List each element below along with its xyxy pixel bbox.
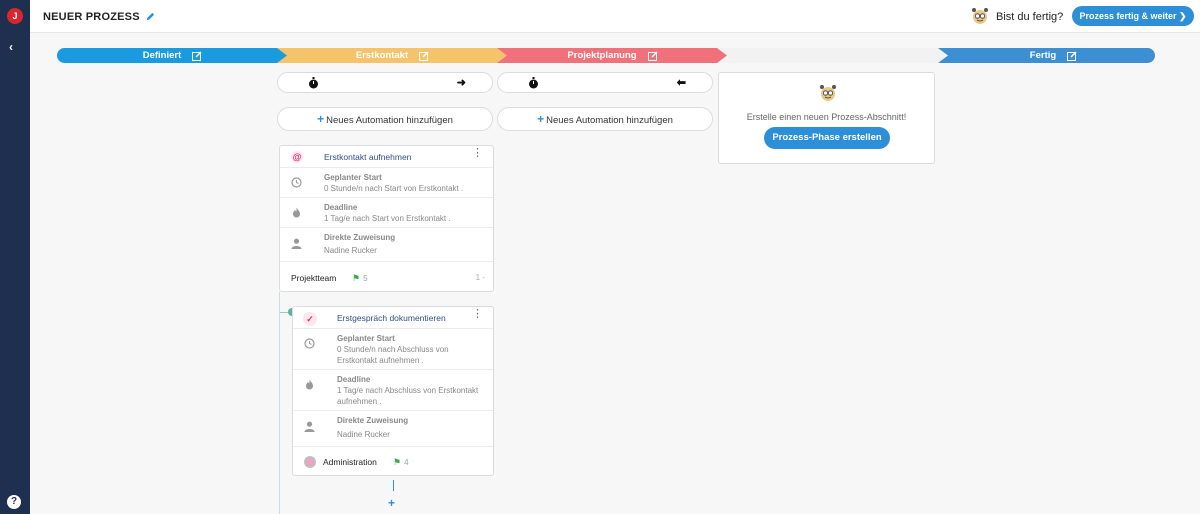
done-question: Bist du fertig? <box>996 11 1064 23</box>
sidebar: J ‹ ? <box>0 0 30 514</box>
stage-label: Projektplanung <box>567 50 637 61</box>
team-name: Administration <box>323 457 377 467</box>
stopwatch-icon <box>529 77 538 89</box>
task-menu-icon[interactable]: ⋮ <box>472 148 483 159</box>
stage-erstkontakt[interactable]: Erstkontakt <box>277 48 508 63</box>
stage-fertig[interactable]: Fertig <box>938 48 1155 63</box>
flag-count: ⚑ 5 <box>352 273 368 284</box>
deadline-label: Deadline <box>324 203 358 212</box>
clock-icon <box>291 177 302 188</box>
collapse-sidebar-icon[interactable]: ‹ <box>9 40 13 54</box>
stage-timer-erstkontakt[interactable]: ➜ <box>277 72 493 93</box>
task-assign-row: Direkte Zuweisung Nadine Rucker <box>293 411 493 447</box>
mascot-icon <box>820 85 836 101</box>
start-value: 0 Stunde/n nach Start von Erstkontakt . <box>324 184 464 193</box>
edit-stage-icon[interactable] <box>192 51 202 61</box>
task-deadline-row: Deadline 1 Tag/e nach Abschluss von Erst… <box>293 370 493 411</box>
help-icon[interactable]: ? <box>7 495 21 509</box>
task-deadline-row: Deadline 1 Tag/e nach Start von Erstkont… <box>280 198 493 228</box>
edit-stage-icon[interactable] <box>419 51 429 61</box>
edit-title-icon[interactable] <box>146 12 155 21</box>
page-title: NEUER PROZESS <box>43 11 155 23</box>
team-name: Projektteam <box>291 273 337 283</box>
assign-value: Nadine Rucker <box>324 246 377 255</box>
new-phase-text: Erstelle einen neuen Prozess-Abschnitt! <box>746 112 907 122</box>
start-label: Geplanter Start <box>337 334 395 343</box>
deadline-value: 1 Tag/e nach Abschluss von Erstkontakt a… <box>337 386 479 406</box>
top-bar: NEUER PROZESS Bist du fertig? Prozess fe… <box>30 0 1200 33</box>
new-phase-card: Erstelle einen neuen Prozess-Abschnitt! … <box>718 72 935 164</box>
flag-count-value: 5 <box>363 274 368 283</box>
flag-icon: ⚑ <box>352 273 361 283</box>
fire-icon <box>293 207 300 218</box>
stopwatch-icon <box>309 77 318 89</box>
add-automation-button[interactable]: + Neues Automation hinzufügen <box>277 107 493 131</box>
assign-value: Nadine Rucker <box>337 430 390 439</box>
assign-label: Direkte Zuweisung <box>324 233 396 242</box>
plus-icon: + <box>537 112 545 126</box>
person-icon <box>304 421 315 432</box>
app-logo[interactable]: J <box>7 8 23 24</box>
stage-label: Definiert <box>142 50 182 61</box>
task-header: ✓ Erstgespräch dokumentieren ⋮ <box>293 307 493 329</box>
add-step-button[interactable]: + <box>388 496 395 510</box>
process-name: NEUER PROZESS <box>43 11 140 23</box>
task-assign-row: Direkte Zuweisung Nadine Rucker <box>280 228 493 262</box>
check-task-icon: ✓ <box>303 312 317 326</box>
stage-definiert[interactable]: Definiert <box>57 48 288 63</box>
assign-label: Direkte Zuweisung <box>337 416 409 425</box>
add-automation-label: Neues Automation hinzufügen <box>546 115 673 126</box>
fire-icon <box>306 379 313 390</box>
right-count: 1 - <box>475 273 485 282</box>
task-title[interactable]: Erstkontakt aufnehmen <box>324 152 411 162</box>
stage-label: Erstkontakt <box>355 50 409 61</box>
person-icon <box>291 238 302 249</box>
finish-process-button[interactable]: Prozess fertig & weiter ❯ <box>1072 6 1194 26</box>
task-header: @ Erstkontakt aufnehmen ⋮ <box>280 146 493 168</box>
arrow-right-icon: ➜ <box>456 77 466 89</box>
clock-icon <box>304 338 315 349</box>
add-automation-label: Neues Automation hinzufügen <box>326 115 453 126</box>
stage-label: Fertig <box>1029 50 1057 61</box>
deadline-value: 1 Tag/e nach Start von Erstkontakt . <box>324 214 451 223</box>
task-title[interactable]: Erstgespräch dokumentieren <box>337 313 446 323</box>
add-automation-button[interactable]: + Neues Automation hinzufügen <box>497 107 713 131</box>
deadline-label: Deadline <box>337 375 371 384</box>
task-menu-icon[interactable]: ⋮ <box>472 309 483 320</box>
flag-count-value: 4 <box>404 458 409 467</box>
start-value: 0 Stunde/n nach Abschluss von Erstkontak… <box>337 345 449 365</box>
task-card[interactable]: @ Erstkontakt aufnehmen ⋮ Geplanter Star… <box>279 145 494 292</box>
flag-icon: ⚑ <box>393 457 402 467</box>
stage-projektplanung[interactable]: Projektplanung <box>497 48 728 63</box>
flag-count: ⚑ 4 <box>393 457 409 468</box>
arrow-left-icon: ⬅ <box>676 77 686 89</box>
edit-stage-icon[interactable] <box>1067 51 1077 61</box>
email-task-icon: @ <box>291 151 303 163</box>
create-phase-button[interactable]: Prozess-Phase erstellen <box>764 127 890 149</box>
stage-timer-projektplanung[interactable]: ⬅ <box>497 72 713 93</box>
connector-line <box>279 292 280 514</box>
task-start-row: Geplanter Start 0 Stunde/n nach Abschlus… <box>293 329 493 370</box>
task-start-row: Geplanter Start 0 Stunde/n nach Start vo… <box>280 168 493 198</box>
start-label: Geplanter Start <box>324 173 382 182</box>
mascot-icon <box>972 8 988 24</box>
stage-placeholder <box>717 48 948 63</box>
plus-icon: + <box>317 112 325 126</box>
team-avatar <box>304 456 316 468</box>
add-step-connector <box>393 480 394 491</box>
task-card[interactable]: ✓ Erstgespräch dokumentieren ⋮ Geplanter… <box>292 306 494 476</box>
edit-stage-icon[interactable] <box>648 51 658 61</box>
